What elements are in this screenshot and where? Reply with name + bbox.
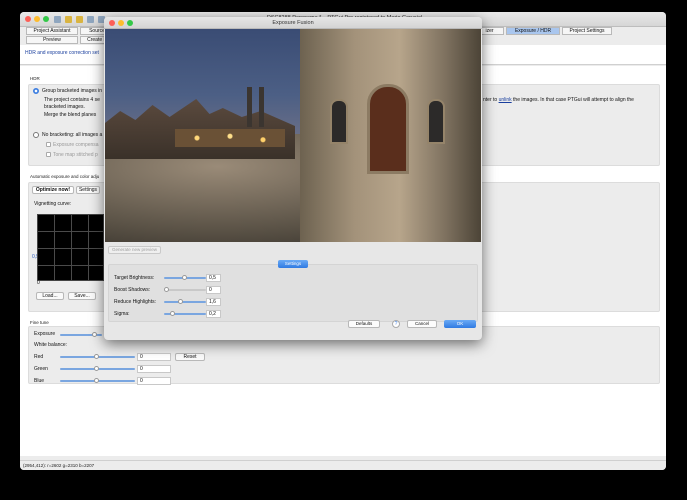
help-button[interactable]: ? (392, 320, 400, 328)
boost-shadows-label: Boost Shadows: (114, 287, 151, 293)
load-vignetting-button[interactable]: Load... (36, 292, 64, 300)
tab-project-settings[interactable]: Project Settings (562, 27, 612, 35)
auto-section-label: Automatic exposure and color adju (30, 174, 100, 179)
green-slider[interactable] (60, 366, 135, 371)
tab-exposure-hdr[interactable]: Exposure / HDR (506, 27, 560, 35)
vignetting-curve-label: Vignetting curve: (34, 201, 72, 207)
exposure-fusion-dialog: Exposure Fusion Generate new preview Set… (104, 17, 482, 340)
tab-project-assistant[interactable]: Project Assistant (26, 27, 78, 35)
target-brightness-label: Target Brightness: (114, 275, 155, 281)
dialog-title: Exposure Fusion (272, 20, 314, 26)
group-desc-right: nter to unlink the images. In that case … (483, 97, 634, 103)
generate-preview-button[interactable]: Generate new preview (108, 246, 162, 254)
exposure-compensation-label: Exposure compensa (53, 142, 99, 148)
dialog-title-bar: Exposure Fusion (104, 17, 482, 29)
sigma-label: Sigma: (114, 311, 130, 317)
status-bar: (2954,412): r=2602 g=2310 b=2207 (20, 460, 666, 470)
boost-shadows-value[interactable]: 0 (206, 286, 221, 294)
ok-button[interactable]: OK (444, 320, 476, 328)
green-label: Green (34, 366, 48, 372)
reduce-highlights-slider[interactable] (164, 299, 206, 304)
cancel-button[interactable]: Cancel (407, 320, 437, 328)
red-value[interactable]: 0 (137, 353, 171, 361)
target-brightness-slider[interactable] (164, 275, 206, 280)
group-desc-right-text2: the images. In that case PTGui will atte… (511, 97, 634, 103)
reduce-highlights-label: Reduce Highlights: (114, 299, 156, 305)
exposure-slider[interactable] (60, 332, 102, 337)
settings-tab-button[interactable]: Settings (278, 260, 308, 268)
finetune-section-label: Fine tune (30, 320, 49, 325)
red-label: Red (34, 354, 44, 360)
group-desc-right-text: nter to (483, 97, 499, 103)
no-bracketing-label: No bracketing: all images a (42, 132, 103, 138)
green-value[interactable]: 0 (137, 365, 171, 373)
group-bracketed-label: Group bracketed images in (42, 88, 103, 94)
optimize-now-button[interactable]: Optimize now! (32, 186, 74, 194)
status-text: (2954,412): r=2602 g=2310 b=2207 (23, 463, 95, 468)
page-title: HDR and exposure correction set (25, 50, 99, 56)
group-desc-line1: The project contains 4 se (44, 97, 100, 103)
hdr-section-label: HDR (30, 76, 40, 81)
sigma-slider[interactable] (164, 311, 206, 316)
exposure-label: Exposure (34, 331, 56, 337)
defaults-button[interactable]: Defaults (348, 320, 380, 328)
vignetting-curve-graph (37, 214, 104, 281)
no-bracketing-radio[interactable] (33, 132, 39, 138)
sigma-value[interactable]: 0,2 (206, 310, 221, 318)
white-balance-label: White balance: (34, 342, 68, 348)
blue-label: Blue (34, 378, 45, 384)
auto-settings-button[interactable]: Settings (76, 186, 100, 194)
red-slider[interactable] (60, 354, 135, 359)
save-vignetting-button[interactable]: Save... (68, 292, 96, 300)
tab-preview[interactable]: Preview (26, 36, 78, 44)
blue-slider[interactable] (60, 378, 135, 383)
group-bracketed-radio[interactable] (33, 88, 39, 94)
reset-wb-button[interactable]: Reset (175, 353, 205, 361)
unlink-link[interactable]: unlink (499, 97, 512, 103)
tone-map-checkbox[interactable] (46, 152, 51, 157)
reduce-highlights-value[interactable]: 1,6 (206, 298, 221, 306)
merge-blend-planes-text: Merge the blend planes (44, 112, 97, 118)
tone-map-label: Tone map stitched p (53, 152, 98, 158)
boost-shadows-slider[interactable] (164, 287, 206, 292)
group-desc-line2: bracketed images. (44, 104, 85, 110)
exposure-compensation-checkbox[interactable] (46, 142, 51, 147)
blue-value[interactable]: 0 (137, 377, 171, 385)
target-brightness-value[interactable]: 0,5 (206, 274, 221, 282)
preview-image (105, 29, 481, 242)
